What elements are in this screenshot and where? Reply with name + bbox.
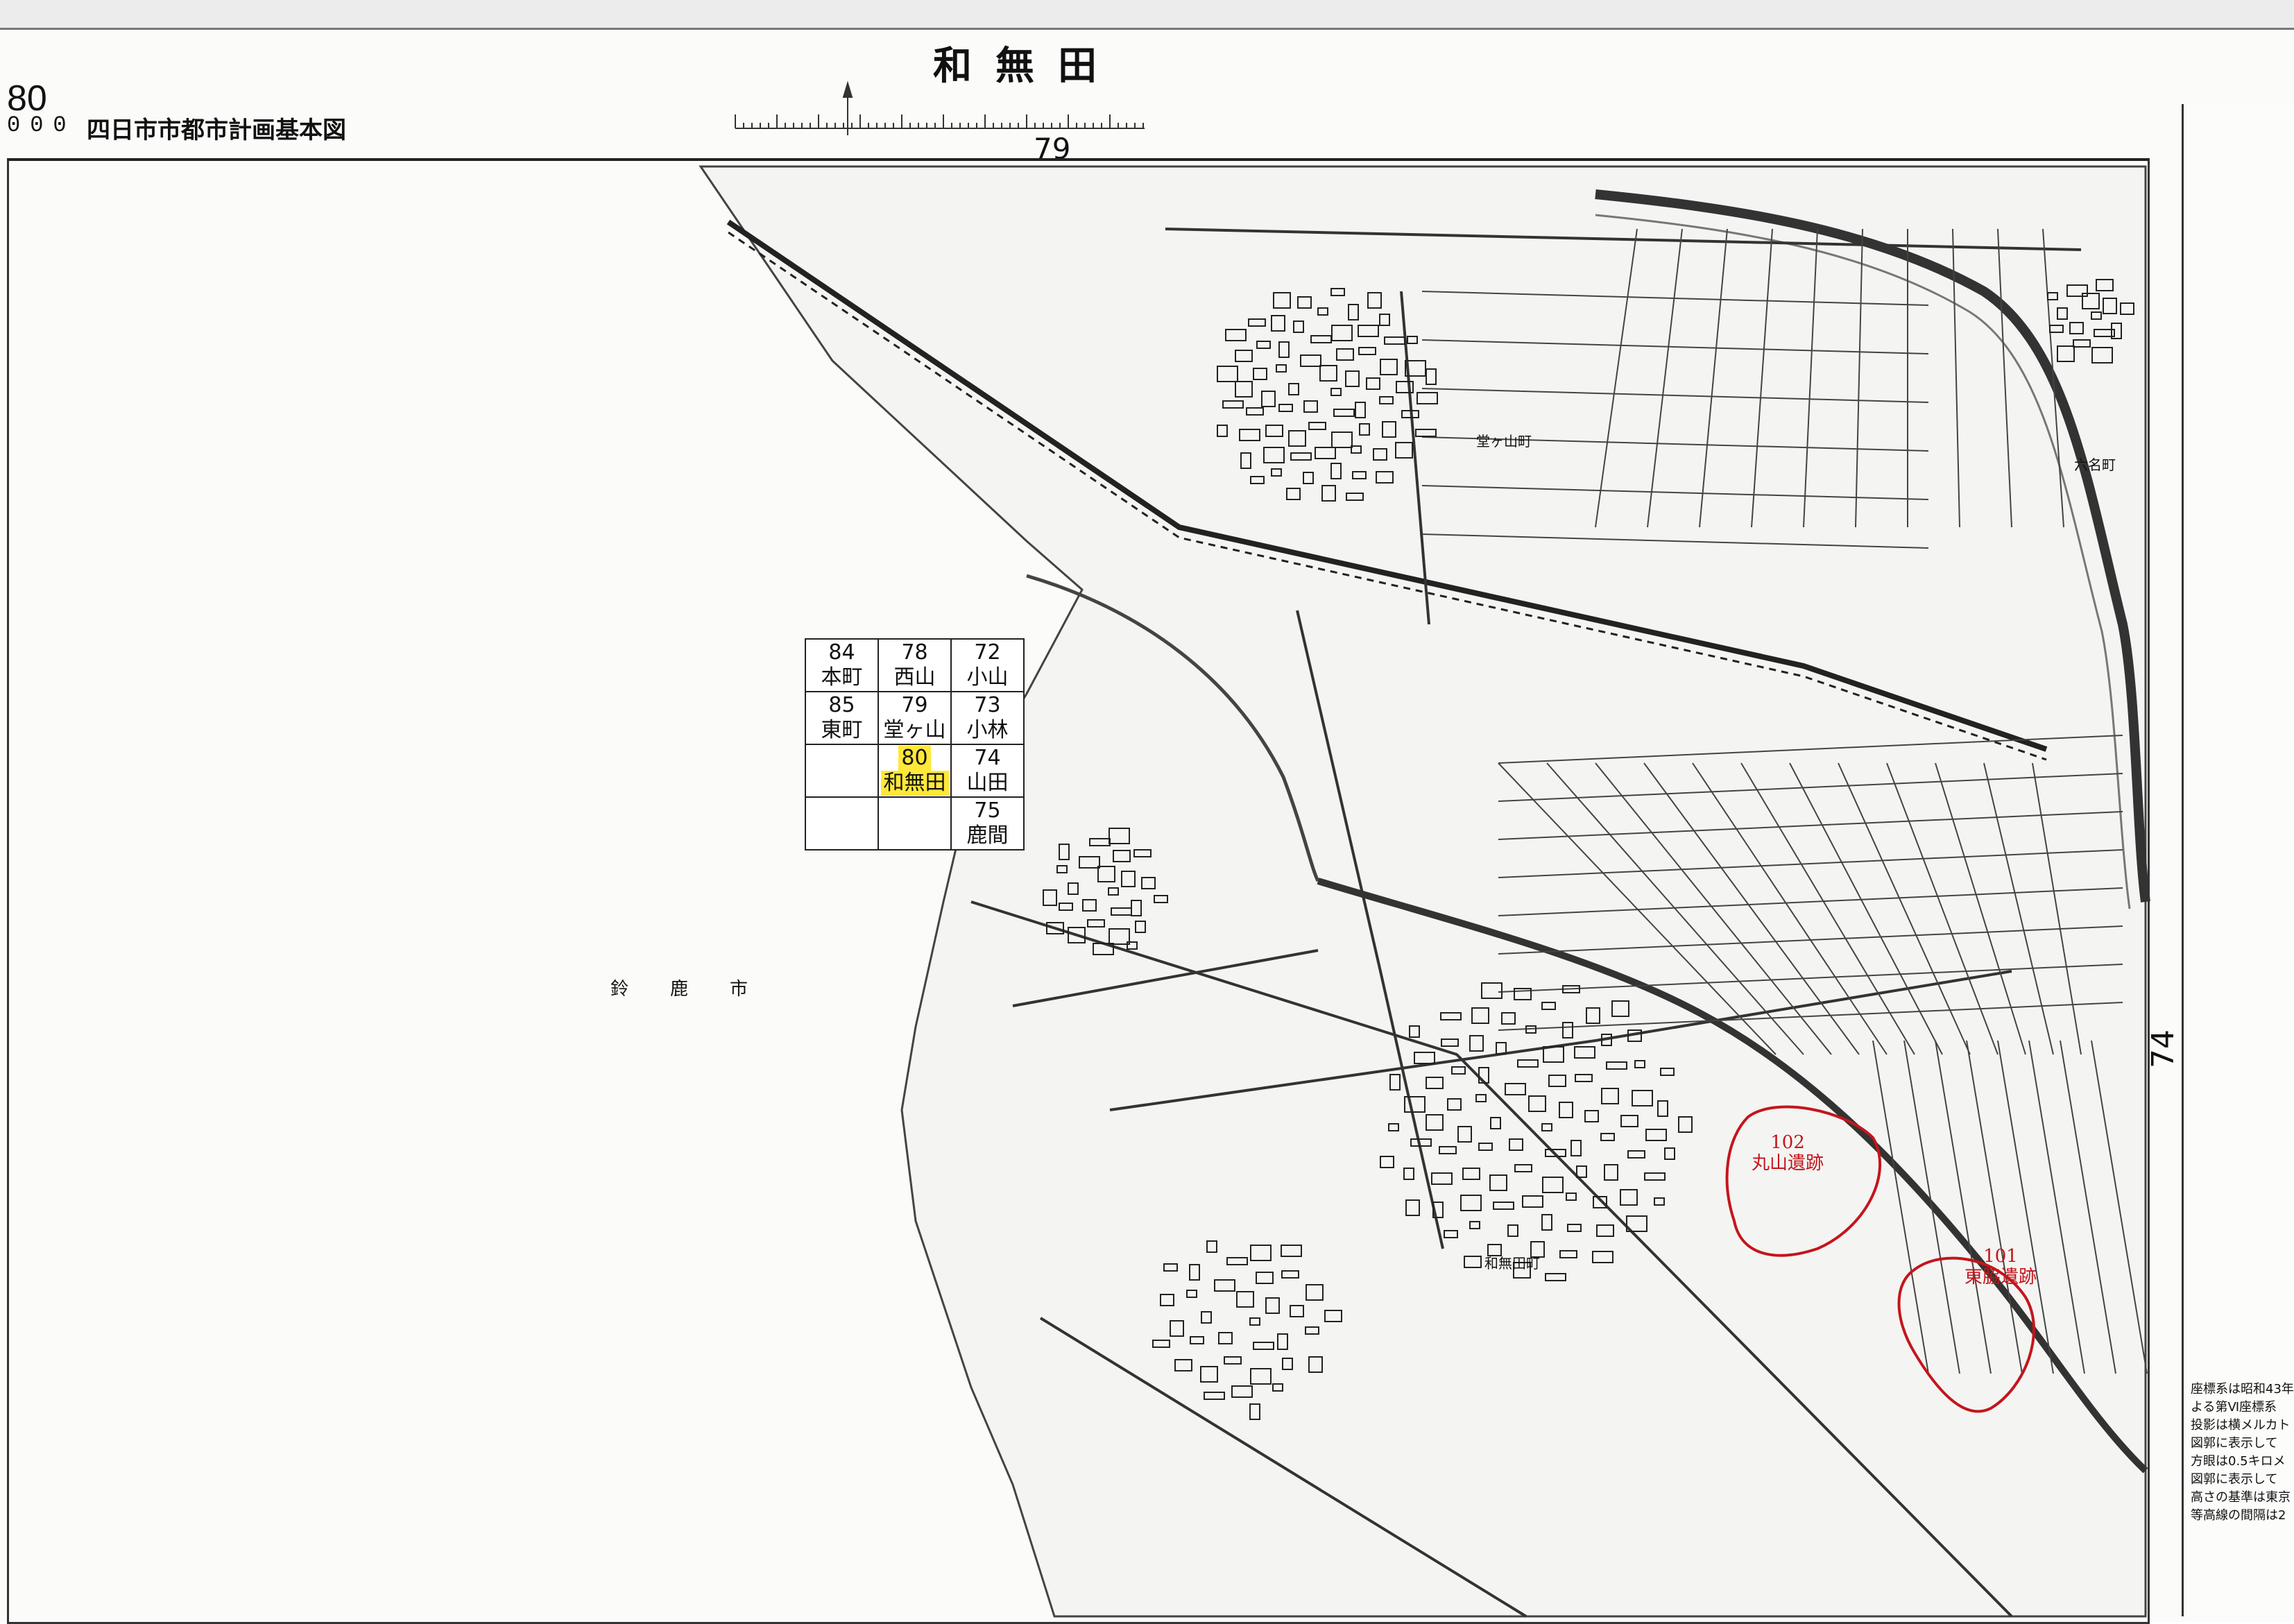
site-name: 丸山遺跡 [1752, 1153, 1824, 1174]
map-frame [7, 158, 2150, 1624]
index-cell-number: 75 [974, 798, 1001, 823]
site-name: 東脇遺跡 [1965, 1267, 2037, 1288]
index-cell: 72 小山 [950, 638, 1025, 692]
index-cell-number: 72 [974, 640, 1001, 665]
site-number: 102 [1770, 1132, 1805, 1153]
sheet-index-table: 84 本町 78 西山 72 小山 85 東町 79 堂ヶ山 73 小林 80和無田 74 山田 75 鹿間 [805, 638, 1025, 851]
site-number: 101 [1983, 1246, 2018, 1267]
index-cell-name: 小山 [966, 665, 1009, 690]
legend-note-line: 図郭に表示して [2191, 1472, 2278, 1487]
index-cell-name: 東町 [821, 718, 863, 742]
index-cell-name: 和無田 [880, 771, 949, 796]
grid-label-right: 74 [2146, 1029, 2181, 1068]
index-cell-number: 80 [898, 746, 931, 771]
index-cell: 74 山田 [950, 744, 1025, 798]
index-cell-number: 84 [828, 640, 855, 665]
site-label-102: 102 丸山遺跡 [1752, 1132, 1824, 1174]
index-cell-name: 山田 [966, 771, 1009, 795]
legend-note-line: 高さの基準は東京 [2191, 1490, 2291, 1505]
index-cell-current: 80和無田 [878, 744, 952, 798]
index-row: 84 本町 78 西山 72 小山 [805, 638, 1025, 692]
index-row: 80和無田 74 山田 [805, 744, 1025, 798]
legend-note-line: 投影は横メルカト [2191, 1418, 2291, 1433]
index-cell-name: 小林 [966, 718, 1009, 742]
index-cell-name: 鹿間 [966, 823, 1009, 848]
index-cell-number: 73 [974, 693, 1001, 717]
index-cell-name: 西山 [893, 665, 936, 690]
index-cell [805, 796, 879, 851]
index-cell: 78 西山 [878, 638, 952, 692]
town-label-wamuta: 和無田町 [1484, 1255, 1540, 1272]
legend-notes: 座標系は昭和43年 よる第Ⅵ座標系 投影は横メルカト 図郭に表示して 方眼は0.5キロメ… [2191, 1381, 2294, 1525]
index-cell: 79 堂ヶ山 [878, 691, 952, 745]
index-cell-number: 79 [901, 693, 928, 717]
legend-note-line: 座標系は昭和43年 [2191, 1382, 2294, 1396]
legend-panel: 座標系は昭和43年 よる第Ⅵ座標系 投影は横メルカト 図郭に表示して 方眼は0.5キロメ… [2182, 104, 2294, 1616]
index-cell: 73 小林 [950, 691, 1025, 745]
legend-note-line: 図郭に表示して [2191, 1436, 2278, 1451]
index-cell-number: 78 [901, 640, 928, 665]
index-cell: 75 鹿間 [950, 796, 1025, 851]
index-row: 75 鹿間 [805, 796, 1025, 851]
index-cell: 84 本町 [805, 638, 879, 692]
legend-note-line: よる第Ⅵ座標系 [2191, 1400, 2277, 1414]
index-cell-number: 85 [828, 693, 855, 717]
index-row: 85 東町 79 堂ヶ山 73 小林 [805, 691, 1025, 745]
city-label: 鈴鹿市 [610, 979, 790, 1000]
index-cell-name: 堂ヶ山 [883, 718, 946, 742]
index-cell-number: 74 [974, 746, 1001, 770]
index-cell [805, 744, 879, 798]
north-arrow-icon [842, 80, 853, 98]
legend-note-line: 等高線の間隔は2 [2191, 1508, 2286, 1523]
index-cell-name: 本町 [821, 665, 863, 690]
index-cell: 85 東町 [805, 691, 879, 745]
map-sheet: 和無田 80 000 四日市市都市計画基本図 79 74 84 本町 78 西山… [0, 0, 2294, 1624]
coordinate-ruler [735, 80, 1145, 135]
town-label-doga: 堂ヶ山町 [1476, 433, 1532, 450]
town-label-rokuna: 六名町 [2074, 456, 2116, 473]
index-cell [878, 796, 952, 851]
legend-note-line: 方眼は0.5キロメ [2191, 1454, 2286, 1469]
site-label-101: 101 東脇遺跡 [1965, 1246, 2037, 1288]
